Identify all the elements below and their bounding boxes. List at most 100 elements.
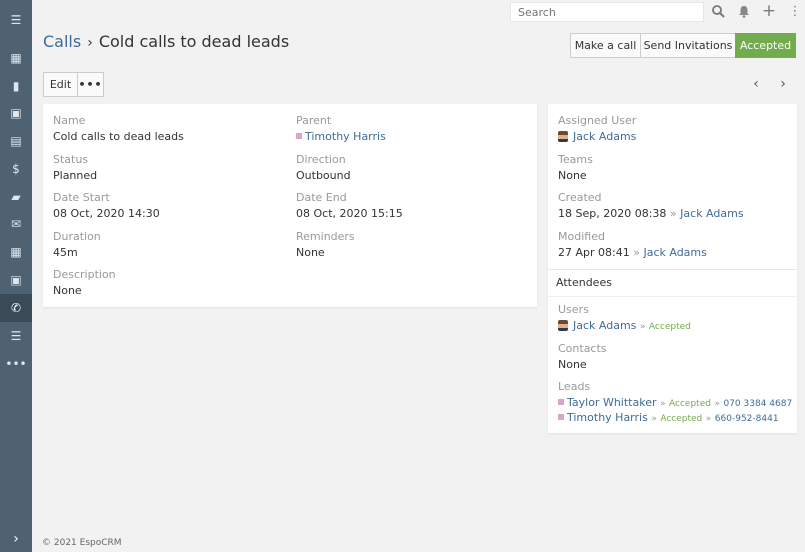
calls-icon[interactable]: ✆ (0, 294, 32, 322)
field-value: Outbound (296, 169, 351, 182)
opportunities-icon[interactable]: $ (0, 155, 32, 183)
plus-icon[interactable]: + (761, 1, 777, 21)
lead-link[interactable]: Timothy Harris (567, 411, 648, 424)
expand-sidebar-icon[interactable]: › (0, 526, 32, 552)
field-name: Name Cold calls to dead leads (53, 114, 184, 144)
field-description: Description None (53, 268, 116, 298)
field-value: None (558, 358, 587, 371)
field-value: 45m (53, 246, 78, 259)
field-label: Date End (296, 191, 347, 204)
accounts-icon[interactable]: ▮ (0, 72, 32, 100)
field-label: Contacts (558, 342, 607, 355)
acceptance-status-button[interactable]: Accepted (735, 33, 796, 58)
separator: » (660, 399, 666, 409)
field-value: 08 Oct, 2020 14:30 (53, 207, 160, 220)
send-invitations-button[interactable]: Send Invitations (640, 33, 736, 58)
breadcrumb-calls-link[interactable]: Calls (43, 32, 81, 51)
calendar-icon[interactable]: ▦ (0, 238, 32, 266)
assigned-user-link[interactable]: Jack Adams (573, 130, 636, 143)
edit-button[interactable]: Edit (43, 72, 78, 97)
field-assigned-user: Assigned User Jack Adams (558, 114, 636, 144)
field-value: Planned (53, 169, 98, 182)
field-label: Name (53, 114, 86, 127)
lead-status-badge: Accepted (669, 399, 711, 409)
field-value: None (53, 284, 82, 297)
email-icon[interactable]: ✉ (0, 210, 32, 238)
attendees-panel: Attendees Users Jack Adams » Accepted Co… (548, 270, 797, 433)
detail-panel: Name Cold calls to dead leads Parent Tim… (43, 104, 537, 307)
created-date: 18 Sep, 2020 08:38 (558, 207, 667, 220)
avatar (558, 319, 568, 331)
lead-phone-link[interactable]: 070 3384 4687 (723, 399, 792, 409)
field-date-end: Date End 08 Oct, 2020 15:15 (296, 191, 403, 221)
modified-separator: » (633, 246, 640, 259)
more-vertical-icon[interactable]: ⋮ (787, 3, 803, 19)
avatar (558, 130, 568, 142)
meetings-icon[interactable]: ▣ (0, 266, 32, 294)
leads-icon[interactable]: ▤ (0, 127, 32, 155)
lead-status-badge: Accepted (660, 414, 703, 424)
divider (548, 296, 797, 297)
lead-square-icon (558, 414, 564, 420)
dashboard-icon[interactable]: ▦ (0, 44, 32, 72)
side-panel: Assigned User Jack Adams Teams None Crea… (548, 104, 797, 269)
field-leads: Leads Taylor Whittaker » Accepted » 070 … (558, 380, 792, 426)
next-record-icon[interactable]: › (776, 76, 790, 92)
separator: » (639, 322, 646, 332)
more-actions-button[interactable]: ••• (77, 72, 104, 97)
make-call-button[interactable]: Make a call (570, 33, 641, 58)
page-title: Cold calls to dead leads (98, 32, 290, 51)
field-date-start: Date Start 08 Oct, 2020 14:30 (53, 191, 160, 221)
lead-phone-link[interactable]: 660-952-8441 (715, 414, 779, 424)
bell-icon[interactable] (736, 3, 752, 19)
field-label: Date Start (53, 191, 110, 204)
field-label: Parent (296, 114, 332, 127)
menu-icon[interactable]: ☰ (0, 6, 32, 34)
field-duration: Duration 45m (53, 230, 101, 260)
lead-link[interactable]: Taylor Whittaker (567, 396, 657, 409)
created-by-link[interactable]: Jack Adams (680, 207, 743, 220)
breadcrumb-separator: › (87, 35, 93, 51)
breadcrumb: Calls › Cold calls to dead leads (43, 32, 289, 51)
field-contacts: Contacts None (558, 342, 607, 372)
footer-copyright: © 2021 EspoCRM (42, 538, 122, 548)
field-reminders: Reminders None (296, 230, 355, 260)
modified-date: 27 Apr 08:41 (558, 246, 630, 259)
attendee-user-link[interactable]: Jack Adams (573, 319, 636, 332)
tasks-icon[interactable]: ☰ (0, 322, 32, 350)
field-teams: Teams None (558, 153, 593, 183)
search-input[interactable] (510, 2, 704, 22)
separator: » (651, 414, 657, 424)
field-users: Users Jack Adams » Accepted (558, 303, 691, 334)
attendees-title: Attendees (556, 276, 612, 289)
field-value: Cold calls to dead leads (53, 130, 184, 143)
field-modified: Modified 27 Apr 08:41 » Jack Adams (558, 230, 707, 260)
modified-by-link[interactable]: Jack Adams (643, 246, 706, 259)
field-value: None (296, 246, 325, 259)
field-created: Created 18 Sep, 2020 08:38 » Jack Adams (558, 191, 744, 221)
user-status-badge: Accepted (648, 322, 691, 332)
lead-square-icon (558, 399, 564, 405)
previous-record-icon[interactable]: ‹ (749, 76, 763, 92)
field-label: Duration (53, 230, 101, 243)
field-label: Status (53, 153, 89, 166)
search-icon[interactable] (710, 3, 726, 19)
field-label: Created (558, 191, 602, 204)
field-direction: Direction Outbound (296, 153, 351, 183)
separator: » (705, 414, 712, 424)
field-status: Status Planned (53, 153, 97, 183)
field-label: Users (558, 303, 589, 316)
field-label: Reminders (296, 230, 355, 243)
parent-link[interactable]: Timothy Harris (305, 130, 386, 143)
field-label: Assigned User (558, 114, 637, 127)
list-item: Timothy Harris » Accepted » 660-952-8441 (558, 411, 792, 426)
field-label: Leads (558, 380, 591, 393)
more-icon[interactable]: ••• (0, 350, 32, 378)
sidebar: ☰ ▦ ▮ ▣ ▤ $ ▰ ✉ ▦ ▣ ✆ ☰ ••• › (0, 0, 32, 552)
field-label: Description (53, 268, 116, 281)
field-label: Modified (558, 230, 605, 243)
cases-icon[interactable]: ▰ (0, 183, 32, 211)
field-label: Teams (558, 153, 593, 166)
contacts-icon[interactable]: ▣ (0, 99, 32, 127)
created-separator: » (669, 207, 677, 220)
